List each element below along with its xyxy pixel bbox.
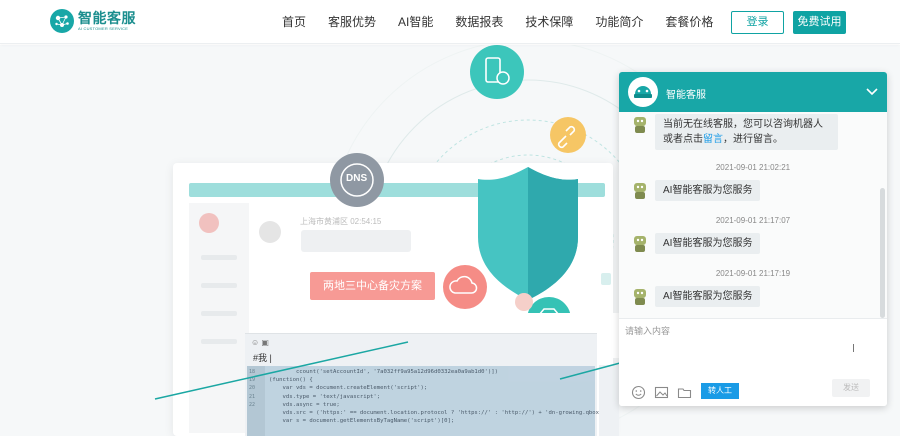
robot-icon	[634, 236, 646, 252]
offline-notice-message: 当前无在线客服，您可以咨询机器人或者点击留言，进行留言。	[655, 114, 838, 150]
nav-item-reports[interactable]: 数据报表	[455, 14, 503, 30]
transfer-to-human-button[interactable]: 转人工	[701, 383, 739, 399]
robot-icon	[628, 77, 658, 107]
brand-title: 智能客服	[78, 9, 136, 26]
send-button[interactable]: 发送	[832, 379, 870, 397]
chat-input-area[interactable]: 请输入内容 转人工 发送	[619, 318, 887, 406]
bot-message: AI智能客服为您服务	[655, 286, 761, 307]
free-trial-button[interactable]: 免费试用	[793, 11, 846, 34]
chat-header[interactable]: 智能客服	[619, 72, 887, 112]
bot-message: AI智能客服为您服务	[655, 180, 761, 201]
brand-logo[interactable]: 智能客服 AI CUSTOMER SERVICE	[50, 9, 136, 33]
robot-icon	[634, 183, 646, 199]
chevron-down-icon[interactable]	[864, 83, 880, 99]
nav-item-advantages[interactable]: 客服优势	[328, 14, 376, 30]
brand-subtitle: AI CUSTOMER SERVICE	[78, 25, 129, 31]
main-nav: 首页 客服优势 AI智能 数据报表 技术保障 功能简介 套餐价格	[282, 14, 735, 30]
folder-icon[interactable]	[677, 385, 692, 400]
robot-icon	[634, 289, 646, 305]
nav-item-tech[interactable]: 技术保障	[525, 14, 573, 30]
chat-title: 智能客服	[666, 90, 706, 101]
chat-input-placeholder[interactable]: 请输入内容	[625, 324, 670, 337]
message-timestamp: 2021-09-01 21:17:19	[715, 269, 791, 278]
text-caret	[853, 344, 854, 352]
message-timestamp: 2021-09-01 21:17:07	[715, 216, 791, 225]
chat-scrollbar[interactable]	[880, 188, 885, 318]
emoji-icon[interactable]	[631, 385, 646, 400]
chat-messages: 当前无在线客服，您可以咨询机器人或者点击留言，进行留言。 2021-09-01 …	[619, 112, 887, 318]
nav-item-ai[interactable]: AI智能	[398, 14, 433, 30]
message-timestamp: 2021-09-01 21:02:21	[715, 163, 791, 172]
chat-toolbar	[631, 385, 700, 400]
site-header: 智能客服 AI CUSTOMER SERVICE 首页 客服优势 AI智能 数据…	[0, 0, 900, 44]
logo-icon	[50, 9, 74, 33]
image-icon[interactable]	[654, 385, 669, 400]
nav-item-pricing[interactable]: 套餐价格	[665, 14, 713, 30]
nav-item-features[interactable]: 功能简介	[595, 14, 643, 30]
login-button[interactable]: 登录	[731, 11, 784, 34]
bot-message: AI智能客服为您服务	[655, 233, 761, 254]
leave-message-link[interactable]: 留言	[703, 134, 723, 145]
robot-icon	[634, 117, 646, 133]
chat-widget: 智能客服 当前无在线客服，您可以咨询机器人或者点击留言，进行留言。 2021-0…	[619, 72, 887, 406]
nav-item-home[interactable]: 首页	[282, 14, 306, 30]
